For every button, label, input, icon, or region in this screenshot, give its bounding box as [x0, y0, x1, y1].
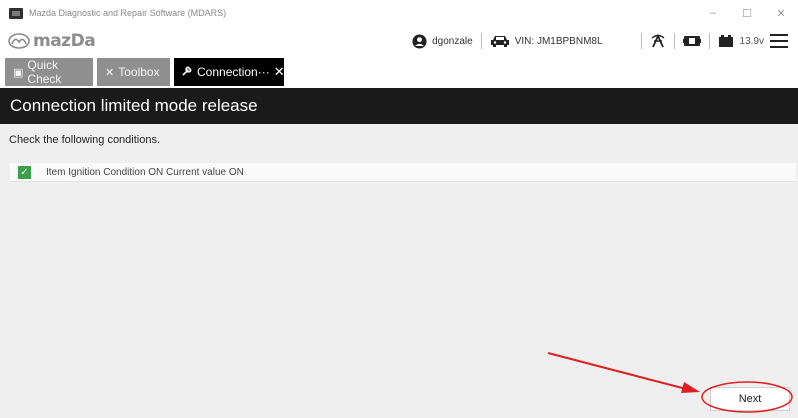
tab-bar: ▣ Quick Check ✕ Toolbox Connection··· ✕: [0, 56, 798, 88]
close-window-button[interactable]: ✕: [764, 0, 798, 26]
battery-voltage: 13.9v: [739, 35, 764, 47]
vehicle-info[interactable]: VIN: JM1BPBNM8L: [490, 34, 603, 48]
wrench-icon: [182, 65, 193, 79]
tools-icon: ✕: [105, 66, 115, 79]
page-header: Connection limited mode release: [0, 88, 798, 124]
menu-icon[interactable]: [770, 34, 788, 48]
tab-close-icon[interactable]: ✕: [274, 64, 285, 80]
condition-checkbox[interactable]: ✓: [18, 165, 31, 179]
window-title: Mazda Diagnostic and Repair Software (MD…: [29, 8, 227, 18]
tab-label: Connection···: [197, 65, 270, 79]
tab-label: Quick Check: [27, 58, 62, 86]
header-divider: [708, 33, 710, 49]
vci-status[interactable]: [682, 34, 701, 48]
window-title-bar: Mazda Diagnostic and Repair Software (MD…: [0, 0, 798, 26]
condition-text: Item Ignition Condition ON Current value…: [46, 166, 244, 178]
header-divider: [480, 33, 482, 49]
battery-status[interactable]: 13.9v: [718, 34, 764, 48]
condition-row: ✓ Item Ignition Condition ON Current val…: [10, 163, 796, 182]
tab-label: Toolbox: [118, 65, 160, 79]
user-info[interactable]: dgonzale: [412, 33, 473, 49]
app-icon: [9, 7, 23, 19]
car-icon: [490, 36, 509, 47]
connection-status[interactable]: [650, 33, 666, 49]
app-header: mazDa dgonzale VIN: JM1BPBNM8L 13.9v: [0, 26, 798, 56]
header-divider: [673, 33, 675, 49]
header-status-area: dgonzale VIN: JM1BPBNM8L 13.9v: [412, 26, 798, 56]
battery-icon: [718, 35, 733, 47]
next-button[interactable]: Next: [710, 387, 790, 411]
maximize-button[interactable]: ☐: [730, 0, 764, 26]
instruction-text: Check the following conditions.: [9, 134, 161, 146]
user-icon: [412, 33, 427, 49]
checkmark-icon: ✓: [20, 166, 29, 178]
clipboard-icon: ▣: [13, 66, 24, 79]
logo-text: mazDa: [33, 31, 96, 51]
page-title: Connection limited mode release: [10, 96, 258, 115]
tab-quick-check[interactable]: ▣ Quick Check: [5, 58, 93, 86]
main-content: Check the following conditions. ✓ Item I…: [0, 124, 798, 418]
header-divider: [640, 33, 642, 49]
tab-toolbox[interactable]: ✕ Toolbox: [97, 58, 170, 86]
minimize-button[interactable]: –: [696, 0, 730, 26]
user-name: dgonzale: [432, 35, 473, 47]
tab-connection[interactable]: Connection··· ✕: [174, 58, 285, 86]
vin-label: VIN: JM1BPBNM8L: [514, 35, 603, 47]
mazda-logo: mazDa: [8, 31, 96, 51]
mazda-emblem-icon: [8, 33, 30, 49]
signal-icon: [651, 33, 664, 48]
vci-icon: [682, 36, 701, 46]
window-controls: – ☐ ✕: [696, 0, 798, 26]
